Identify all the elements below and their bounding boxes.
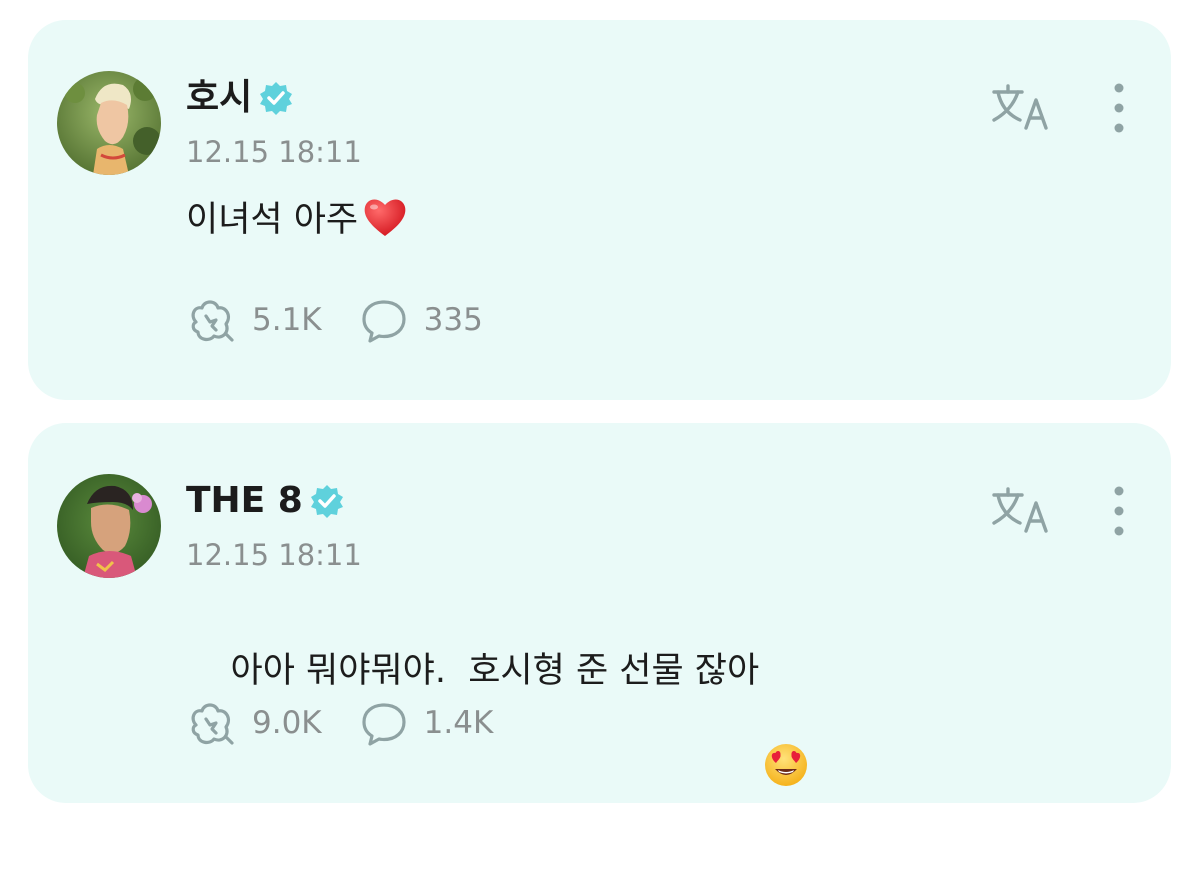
translate-button[interactable] [990, 485, 1054, 535]
avatar[interactable] [57, 71, 161, 175]
like-count: 9.0K [252, 705, 322, 741]
translate-icon [992, 487, 1048, 533]
more-vertical-icon [1114, 486, 1124, 536]
like-button[interactable]: 5.1K [186, 294, 322, 346]
post-text: 아아 뭐야뭐야. 호시형 준 선물 잖아 [230, 651, 760, 691]
avatar[interactable] [57, 474, 161, 578]
verified-badge-icon [258, 80, 294, 116]
author-name[interactable]: 호시 [186, 76, 252, 120]
verified-badge-icon [309, 483, 345, 519]
like-count: 5.1K [252, 302, 322, 338]
post-body: 이녀석 아주 [186, 196, 410, 246]
post-card[interactable]: THE 8 12.15 18:11 아아 뭐야뭐야. 호시형 준 선물 잖아 9… [28, 423, 1171, 803]
comment-bubble-icon [362, 703, 406, 746]
post-text: 이녀석 아주 [186, 200, 359, 240]
post-timestamp: 12.15 18:11 [186, 135, 362, 169]
comment-bubble-icon [362, 300, 406, 343]
reaction-icon [191, 703, 234, 745]
comment-count: 1.4K [423, 705, 494, 741]
heart-eyes-face-emoji-icon [761, 643, 811, 786]
post-card[interactable]: 호시 12.15 18:11 이녀석 아주 5.1K 335 [28, 20, 1171, 400]
post-stats: 9.0K 1.4K [186, 699, 529, 747]
translate-icon [992, 84, 1048, 130]
comment-button[interactable]: 1.4K [358, 697, 494, 749]
translate-button[interactable] [990, 82, 1054, 132]
more-vertical-icon [1114, 83, 1124, 133]
like-button[interactable]: 9.0K [186, 697, 322, 749]
red-heart-emoji-icon [360, 192, 410, 242]
post-timestamp: 12.15 18:11 [186, 538, 362, 572]
author-name[interactable]: THE 8 [186, 479, 303, 523]
reaction-icon [191, 300, 234, 342]
comment-count: 335 [423, 302, 483, 338]
post-stats: 5.1K 335 [186, 296, 519, 344]
comment-button[interactable]: 335 [358, 294, 483, 346]
more-options-button[interactable] [1104, 483, 1134, 539]
more-options-button[interactable] [1104, 80, 1134, 136]
